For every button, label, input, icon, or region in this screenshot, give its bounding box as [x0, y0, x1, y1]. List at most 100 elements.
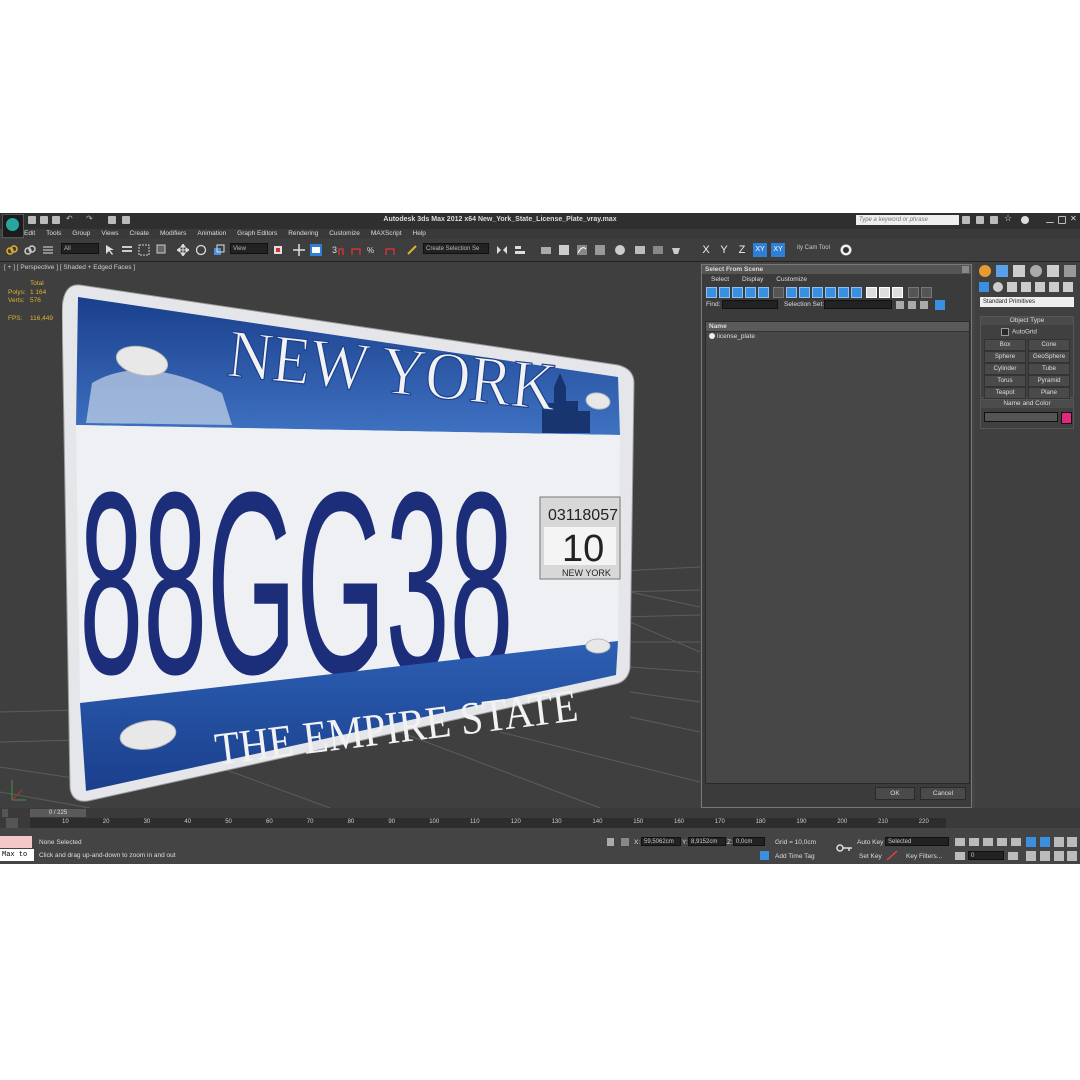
percent-snap-icon[interactable]: %: [367, 244, 379, 256]
minimize-icon[interactable]: [1046, 222, 1054, 223]
zoom-extents-all-icon[interactable]: [1067, 837, 1077, 847]
zoom-all-icon[interactable]: [1040, 837, 1050, 847]
perspective-viewport[interactable]: [ + ] [ Perspective ] [ Shaded + Edged F…: [0, 262, 700, 808]
render-setup-icon[interactable]: [634, 244, 646, 256]
rotate-icon[interactable]: [195, 244, 207, 256]
menu-group[interactable]: Group: [72, 229, 90, 239]
menu-tools[interactable]: Tools: [46, 229, 61, 239]
close-icon[interactable]: ✕: [1070, 214, 1078, 223]
helpers-category-icon[interactable]: [1035, 282, 1045, 292]
z-coordinate-field[interactable]: 0,0cm: [733, 837, 765, 846]
angle-snap-icon[interactable]: [350, 244, 362, 256]
object-name-input[interactable]: [984, 412, 1058, 422]
menu-help[interactable]: Help: [413, 229, 426, 239]
align-icon[interactable]: [514, 244, 526, 256]
pyramid-button[interactable]: Pyramid: [1028, 375, 1070, 387]
menu-modifiers[interactable]: Modifiers: [160, 229, 186, 239]
search-icon[interactable]: [962, 216, 970, 224]
display-containers-icon[interactable]: [825, 287, 836, 298]
play-icon[interactable]: [983, 838, 993, 846]
select-object-icon[interactable]: [104, 244, 116, 256]
named-selection-sets-dropdown[interactable]: Create Selection Se: [423, 243, 489, 254]
primitive-category-dropdown[interactable]: Standard Primitives: [980, 297, 1074, 307]
object-color-swatch[interactable]: [1061, 412, 1072, 424]
previous-frame-icon[interactable]: [969, 838, 979, 846]
menu-rendering[interactable]: Rendering: [288, 229, 318, 239]
display-xrefs-icon[interactable]: [799, 287, 810, 298]
mirror-icon[interactable]: [496, 244, 508, 256]
hierarchy-tab-icon[interactable]: [1013, 265, 1025, 277]
curve-editor-icon[interactable]: [576, 244, 588, 256]
dialog-menu-display[interactable]: Display: [742, 276, 763, 283]
edit-named-selection-icon[interactable]: [406, 244, 418, 256]
object-type-title[interactable]: Object Type: [981, 317, 1073, 325]
select-invert-icon[interactable]: [920, 301, 928, 309]
cylinder-button[interactable]: Cylinder: [984, 363, 1026, 375]
display-tab-icon[interactable]: [1047, 265, 1059, 277]
help-search-input[interactable]: Type a keyword or phrase: [856, 215, 959, 225]
snaps-toggle-icon[interactable]: 3: [332, 244, 344, 256]
find-input[interactable]: [722, 300, 778, 309]
teapot-button[interactable]: Teapot: [984, 387, 1026, 399]
favorites-star-icon[interactable]: ☆: [1004, 213, 1012, 223]
maximize-icon[interactable]: [1058, 216, 1066, 224]
systems-category-icon[interactable]: [1063, 282, 1073, 292]
dialog-close-icon[interactable]: [962, 266, 969, 273]
geosphere-button[interactable]: GeoSphere: [1028, 351, 1070, 363]
spacewarps-category-icon[interactable]: [1049, 282, 1059, 292]
select-none-icon[interactable]: [908, 301, 916, 309]
sync-selection-icon[interactable]: [935, 300, 945, 310]
time-tag-icon[interactable]: [760, 851, 769, 860]
autogrid-checkbox[interactable]: AutoGrid: [1001, 328, 1037, 336]
list-column-name[interactable]: Name: [706, 322, 969, 332]
cone-button[interactable]: Cone: [1028, 339, 1070, 351]
axis-x-button[interactable]: X: [699, 243, 713, 257]
field-of-view-icon[interactable]: [1026, 851, 1036, 861]
motion-tab-icon[interactable]: [1030, 265, 1042, 277]
key-mode-dropdown[interactable]: Selected: [885, 837, 949, 846]
axis-xy-button[interactable]: XY: [753, 243, 767, 257]
selection-set-dropdown[interactable]: [824, 300, 892, 309]
menu-maxscript[interactable]: MAXScript: [371, 229, 402, 239]
material-editor-icon[interactable]: [614, 244, 626, 256]
keyboard-shortcut-override-icon[interactable]: [310, 244, 322, 256]
maxscript-listener-pink[interactable]: [0, 836, 32, 848]
move-icon[interactable]: [177, 244, 189, 256]
pivot-center-icon[interactable]: [272, 244, 284, 256]
time-configuration-icon[interactable]: [1008, 852, 1018, 860]
cam-tool-label[interactable]: ity Cam Tool: [795, 243, 837, 254]
dialog-menu-select[interactable]: Select: [711, 276, 729, 283]
go-to-start-icon[interactable]: [955, 838, 965, 846]
reference-coordinate-dropdown[interactable]: View: [230, 243, 268, 254]
set-key-button[interactable]: Set Key: [859, 853, 882, 860]
subscription-icon[interactable]: [976, 216, 984, 224]
shapes-category-icon[interactable]: [993, 282, 1003, 292]
lights-category-icon[interactable]: [1007, 282, 1017, 292]
set-key-mode-key-icon[interactable]: [835, 841, 853, 855]
go-to-end-icon[interactable]: [1011, 838, 1021, 846]
pan-view-icon[interactable]: [1040, 851, 1050, 861]
display-invert-icon[interactable]: [892, 287, 903, 298]
next-frame-icon[interactable]: [997, 838, 1007, 846]
zoom-extents-icon[interactable]: [1054, 837, 1064, 847]
maximize-viewport-icon[interactable]: [1067, 851, 1077, 861]
cameras-category-icon[interactable]: [1021, 282, 1031, 292]
key-filters-button[interactable]: Key Filters...: [906, 853, 942, 860]
list-item[interactable]: license_plate: [706, 332, 969, 342]
menu-animation[interactable]: Animation: [197, 229, 226, 239]
create-tab-icon[interactable]: [979, 265, 991, 277]
menu-create[interactable]: Create: [130, 229, 150, 239]
rendered-frame-window-icon[interactable]: [652, 244, 664, 256]
timeslider-prev-icon[interactable]: [2, 809, 8, 817]
window-crossing-icon[interactable]: [156, 244, 168, 256]
display-none-icon[interactable]: [879, 287, 890, 298]
ok-button[interactable]: OK: [875, 787, 915, 800]
menu-customize[interactable]: Customize: [329, 229, 360, 239]
add-time-tag[interactable]: Add Time Tag: [775, 853, 815, 860]
layer-manager-icon[interactable]: [540, 244, 552, 256]
maxscript-mini-listener[interactable]: Max to: [0, 849, 34, 861]
menu-edit[interactable]: Edit: [24, 229, 35, 239]
name-color-title[interactable]: Name and Color: [981, 400, 1073, 408]
time-slider[interactable]: 0 / 225: [30, 809, 86, 817]
cam-tool-icon[interactable]: [840, 244, 852, 256]
